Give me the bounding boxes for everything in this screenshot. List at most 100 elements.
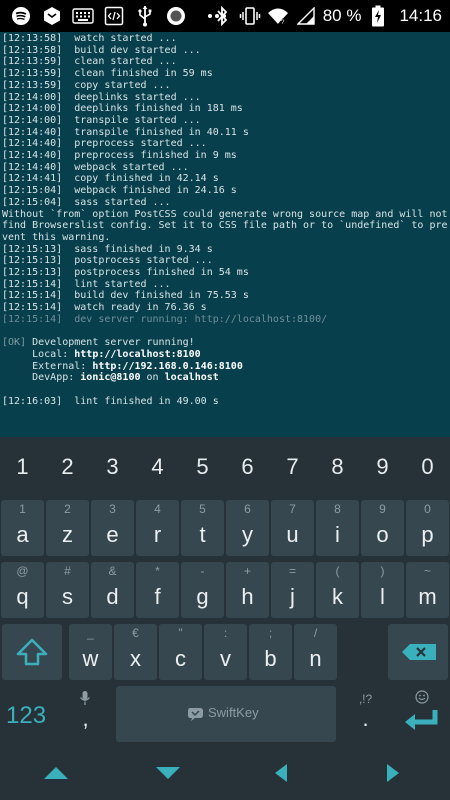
key-label: c: [175, 646, 186, 671]
key-hint: _: [87, 626, 94, 640]
terminal-line: [12:13:59] clean finished in 59 ms: [2, 68, 213, 80]
terminal-line: DevApp: ionic@8100 on localhost: [2, 372, 450, 384]
key-hint: ;: [268, 626, 273, 640]
key-label: s: [62, 584, 73, 609]
key-hint: €: [132, 626, 139, 640]
terminal-line: [12:15:14] watch ready in 76.36 s: [2, 302, 207, 314]
circle-app-icon: [165, 5, 187, 27]
number-key-2[interactable]: 2: [45, 439, 90, 495]
number-key-0[interactable]: 0: [405, 439, 450, 495]
terminal-value: ionic@8100: [80, 372, 141, 384]
key-label: v: [220, 646, 231, 671]
terminal-line: [12:13:58] watch started ...: [2, 33, 177, 44]
key-g[interactable]: -g: [181, 562, 224, 618]
key-p[interactable]: 0p: [406, 500, 449, 556]
period-key[interactable]: ,!? .: [344, 686, 387, 742]
battery-percent: 80 %: [322, 6, 362, 25]
key-label: n: [309, 646, 322, 671]
enter-key[interactable]: [395, 686, 448, 742]
ok-message: Development server running!: [26, 337, 195, 349]
key-m[interactable]: ~ m: [406, 562, 449, 618]
key-e[interactable]: 3e: [91, 500, 134, 556]
key-d[interactable]: & d: [91, 562, 134, 618]
key-hint: *: [155, 564, 160, 578]
number-key-3[interactable]: 3: [90, 439, 135, 495]
key-n[interactable]: / n: [294, 624, 337, 680]
key-l[interactable]: ) l: [361, 562, 404, 618]
key-label: m: [418, 584, 437, 609]
key-s[interactable]: # s: [46, 562, 89, 618]
key-hint: 5: [199, 502, 206, 516]
key-label: r: [153, 522, 162, 547]
key-o[interactable]: 9o: [361, 500, 404, 556]
key-w[interactable]: _ w: [69, 624, 112, 680]
navigation-bar: [0, 745, 450, 800]
key-hint: 6: [244, 502, 251, 516]
key-h[interactable]: + h: [226, 562, 269, 618]
number-key-8[interactable]: 8: [315, 439, 360, 495]
shift-key[interactable]: [2, 624, 62, 680]
spotify-icon: [10, 5, 32, 27]
terminal-line: [12:15:13] sass finished in 9.34 s: [2, 243, 213, 255]
terminal-value: http://localhost:8100: [74, 348, 201, 360]
key-t[interactable]: 5t: [181, 500, 224, 556]
letter-row-1: 1a2z3e4r5t6y7u8i9o0p: [0, 497, 450, 559]
key-k[interactable]: (k: [316, 562, 359, 618]
key-v[interactable]: :v: [204, 624, 247, 680]
key-label: q: [16, 584, 29, 609]
key-hint: =: [288, 564, 296, 578]
comma-key[interactable]: ,: [64, 686, 107, 742]
letter-row-2: @ q # s & d * f - g + h = j(k) l ~ m: [0, 559, 450, 621]
key-label: w: [82, 646, 99, 671]
key-z[interactable]: 2z: [46, 500, 89, 556]
symbols-key[interactable]: 123: [2, 686, 62, 742]
key-x[interactable]: € x: [114, 624, 157, 680]
terminal-line: [12:14:00] deeplinks started ...: [2, 91, 201, 103]
svg-text:?: ?: [281, 20, 285, 25]
key-q[interactable]: @ q: [1, 562, 44, 618]
key-label: y: [242, 522, 253, 547]
key-hint: &: [108, 564, 117, 578]
nav-left-icon[interactable]: [266, 763, 296, 783]
key-b[interactable]: ; b: [249, 624, 292, 680]
terminal-line: [12:16:03] lint finished in 49.00 s: [2, 395, 219, 407]
key-y[interactable]: 6y: [226, 500, 269, 556]
key-hint: #: [64, 564, 71, 578]
backspace-key[interactable]: [388, 624, 448, 680]
key-c[interactable]: " c: [159, 624, 202, 680]
key-label: a: [16, 522, 29, 547]
key-a[interactable]: 1a: [1, 500, 44, 556]
nav-down-icon[interactable]: [153, 763, 183, 783]
nav-right-icon[interactable]: [378, 763, 408, 783]
terminal-line: [12:14:40] webpack started ...: [2, 161, 189, 173]
terminal-line: [12:15:14] dev server running: http://lo…: [2, 313, 328, 325]
key-i[interactable]: 8i: [316, 500, 359, 556]
key-hint: 1: [19, 502, 26, 516]
number-key-6[interactable]: 6: [225, 439, 270, 495]
terminal-line: [12:14:40] transpile finished in 40.11 s: [2, 126, 249, 138]
terminal-line: [12:13:59] clean started ...: [2, 56, 177, 68]
key-hint: -: [200, 564, 205, 578]
number-key-9[interactable]: 9: [360, 439, 405, 495]
terminal-line: [12:14:40] preprocess started ...: [2, 138, 207, 150]
terminal-value: http://192.168.0.146:8100: [92, 360, 243, 372]
terminal-output[interactable]: [12:13:58] watch started ... [12:13:58] b…: [0, 32, 450, 437]
key-r[interactable]: 4r: [136, 500, 179, 556]
key-j[interactable]: = j: [271, 562, 314, 618]
number-key-1[interactable]: 1: [0, 439, 45, 495]
key-hint: ~: [423, 564, 431, 578]
terminal-line: [12:13:59] copy started ...: [2, 79, 171, 91]
spacebar[interactable]: SwiftKey: [116, 686, 336, 742]
nav-up-icon[interactable]: [41, 763, 71, 783]
terminal-line: [12:13:58] build dev started ...: [2, 44, 201, 56]
key-f[interactable]: * f: [136, 562, 179, 618]
key-u[interactable]: 7u: [271, 500, 314, 556]
key-label: l: [380, 584, 385, 609]
key-label: t: [199, 522, 206, 547]
key-hint: :: [223, 626, 228, 640]
number-key-5[interactable]: 5: [180, 439, 225, 495]
code-icon: [103, 5, 125, 27]
number-key-7[interactable]: 7: [270, 439, 315, 495]
number-key-4[interactable]: 4: [135, 439, 180, 495]
